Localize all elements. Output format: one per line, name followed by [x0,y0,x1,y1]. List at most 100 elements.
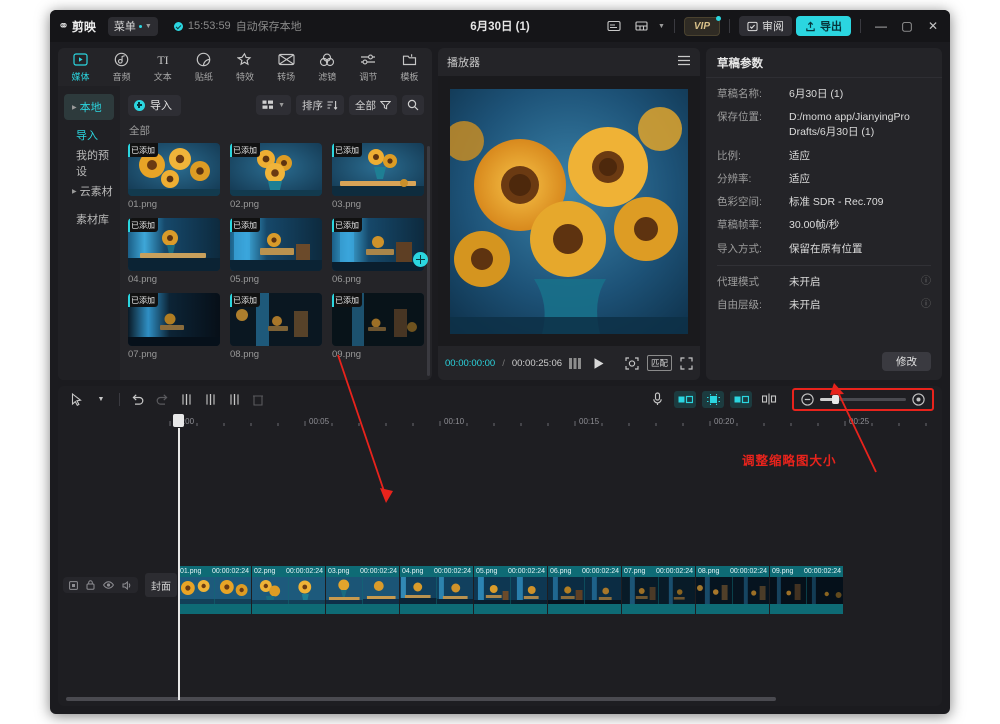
tab-adjust[interactable]: 调节 [348,51,389,83]
import-button[interactable]: 导入 [128,94,181,116]
timeline-clip[interactable]: 05.png 00:00:02:24 [474,566,548,614]
timeline-horizontal-scrollbar[interactable] [66,697,776,701]
trim-left-icon[interactable] [199,388,221,410]
tab-transition[interactable]: 转场 [266,51,307,83]
sidebar-item-cloud[interactable]: ▶ 云素材 [64,178,114,204]
timeline-clip[interactable]: 07.png 00:00:02:24 [622,566,696,614]
zoom-slider-handle[interactable] [832,394,839,404]
media-item[interactable]: 已添加 06.png [332,218,428,285]
help-icon[interactable]: ⓘ [921,275,931,290]
added-badge: 已添加 [128,143,158,157]
timeline-clip[interactable]: 09.png 00:00:02:24 [770,566,844,614]
media-item-name: 09.png [332,349,362,360]
timeline-clip[interactable]: 01.png 00:00:02:24 [178,566,252,614]
search-button[interactable] [402,95,424,115]
media-thumbnail: 已添加 [128,218,220,271]
filter-button[interactable]: 全部 [349,95,397,115]
tab-template[interactable]: 模板 [389,51,430,83]
export-button[interactable]: 导出 [796,16,851,36]
subtitle-icon[interactable] [602,16,626,36]
thumbnail-zoom-control[interactable] [792,387,934,411]
media-thumbnail: 已添加 [332,293,424,346]
sidebar-item-library[interactable]: 素材库 [64,206,114,232]
check-circle-icon [173,21,183,31]
timeline-clip[interactable]: 02.png 00:00:02:24 [252,566,326,614]
timeline-ruler[interactable]: 00:00 00:05 00:10 00:15 00:20 00:25 [58,412,942,428]
playhead[interactable] [173,414,184,700]
timeline-clip[interactable]: 08.png 00:00:02:24 [696,566,770,614]
media-item[interactable]: 已添加 02.png [230,143,322,210]
delete-icon[interactable] [247,388,269,410]
fullscreen-icon[interactable] [680,356,693,370]
media-item[interactable]: 已添加 01.png [128,143,220,210]
param-value: 30.00帧/秒 [789,219,840,232]
cover-button[interactable]: 封面 [145,573,177,597]
media-item[interactable]: 已添加 09.png [332,293,424,360]
sidebar-item-import[interactable]: 导入 [64,122,114,148]
timeline-clip[interactable]: 06.png 00:00:02:24 [548,566,622,614]
help-icon[interactable]: ⓘ [921,298,931,313]
playhead-handle[interactable] [173,414,184,427]
timeline-toolbar-right [646,387,934,411]
undo-icon[interactable] [127,388,149,410]
crop-icon[interactable] [702,390,724,408]
titlebar-actions: ▼ VIP 审阅 导出 — ▢ ✕ [602,15,944,37]
tab-media[interactable]: 媒体 [60,51,101,83]
minimize-button[interactable]: — [870,15,892,37]
tab-filter[interactable]: 滤镜 [307,51,348,83]
sort-button[interactable]: 排序 [296,95,344,115]
timeline-clip[interactable]: 03.png 00:00:02:24 [326,566,400,614]
media-item[interactable]: 已添加 07.png [128,293,220,360]
zoom-in-icon[interactable] [912,392,925,406]
focus-icon[interactable] [625,356,639,370]
trim-right-icon[interactable] [223,388,245,410]
match-ratio-button[interactable]: 匹配 [646,355,672,371]
sidebar-item-my-presets[interactable]: 我的预设 [64,150,114,178]
microphone-icon[interactable] [646,388,668,410]
player-stage[interactable] [438,76,700,346]
media-item[interactable]: 已添加 04.png [128,218,220,285]
vip-badge[interactable]: VIP [683,15,721,36]
zoom-out-icon[interactable] [801,392,814,406]
media-icon [73,51,88,68]
track-mute-icon[interactable] [86,580,95,590]
sidebar-item-local[interactable]: ▶ 本地 [64,94,114,120]
timeline-panel: ▼ 00:00 00:05 00:10 00:15 00:20 00:25 封面… [58,386,942,706]
timeline-clip[interactable]: 04.png 00:00:02:24 [400,566,474,614]
maximize-button[interactable]: ▢ [896,15,918,37]
added-badge: 已添加 [230,143,260,157]
media-item[interactable]: 已添加 03.png [332,143,424,210]
track-lock-icon[interactable] [69,580,78,590]
layout-icon[interactable] [630,16,654,36]
media-item[interactable]: 已添加 05.png [230,218,322,285]
track-volume-icon[interactable] [122,580,132,590]
select-arrow-icon[interactable] [66,388,88,410]
layout-chevron-down-icon[interactable]: ▼ [658,23,665,30]
modify-button[interactable]: 修改 [882,352,931,371]
param-value: 适应 [789,149,810,162]
hamburger-icon[interactable] [677,55,691,69]
tab-text[interactable]: TI 文本 [142,51,183,83]
chevron-down-icon[interactable]: ▼ [90,388,112,410]
add-to-timeline-button[interactable] [413,252,428,267]
view-mode-button[interactable]: ▼ [256,95,291,115]
mirror-icon[interactable] [674,390,696,408]
zoom-slider[interactable] [820,394,906,404]
frames-icon[interactable] [569,357,585,369]
tab-effects[interactable]: 特效 [224,51,265,83]
clip-name: 04.png [402,568,424,575]
redo-icon[interactable] [151,388,173,410]
split-icon[interactable] [175,388,197,410]
clip-name: 07.png [624,568,646,575]
keyframe-icon[interactable] [758,388,780,410]
tab-audio[interactable]: 音频 [101,51,142,83]
menu-button[interactable]: 菜单 ▼ [107,16,158,36]
play-icon[interactable] [592,357,605,370]
speed-icon[interactable] [730,390,752,408]
track-eye-icon[interactable] [103,581,114,589]
track-toggle-icons [63,577,138,593]
close-button[interactable]: ✕ [922,15,944,37]
tab-sticker[interactable]: 贴纸 [183,51,224,83]
media-item[interactable]: 已添加 08.png [230,293,322,360]
review-button[interactable]: 审阅 [739,16,792,36]
